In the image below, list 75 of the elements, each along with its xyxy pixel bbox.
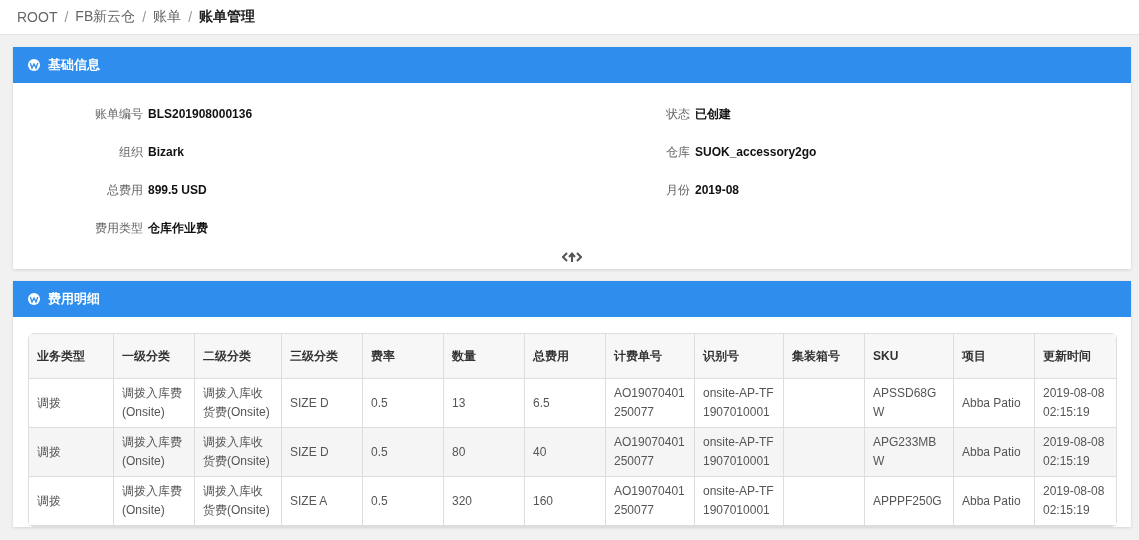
table-cell: 2019-08-08 02:15:19 bbox=[1043, 484, 1105, 517]
table-cell: AO19070401250077 bbox=[614, 386, 685, 419]
table-cell: Abba Patio bbox=[962, 395, 1021, 410]
panel-icon bbox=[28, 293, 40, 305]
table-cell: 0.5 bbox=[371, 493, 388, 508]
column-header: 业务类型 bbox=[29, 334, 114, 379]
breadcrumb-item[interactable]: ROOT bbox=[17, 9, 58, 25]
table-cell: Abba Patio bbox=[962, 444, 1021, 459]
table-cell: 160 bbox=[533, 493, 554, 508]
table-cell: 调拨 bbox=[37, 493, 61, 508]
column-header: 集装箱号 bbox=[784, 334, 865, 379]
column-header: 三级分类 bbox=[282, 334, 363, 379]
panel-title: 费用明细 bbox=[48, 290, 100, 308]
field-label: 状态 bbox=[665, 105, 691, 123]
field-label: 仓库 bbox=[665, 143, 691, 161]
panel-icon bbox=[28, 59, 40, 71]
table-cell: APSSD68GW bbox=[873, 386, 937, 419]
table-cell: 13 bbox=[452, 395, 466, 410]
table-cell: SIZE D bbox=[290, 395, 329, 410]
column-header: SKU bbox=[865, 334, 954, 379]
column-header: 计费单号 bbox=[606, 334, 695, 379]
breadcrumb-item[interactable]: FB新云仓 bbox=[75, 8, 136, 26]
table-cell: 40 bbox=[533, 444, 547, 459]
field-label: 总费用 bbox=[106, 181, 144, 199]
table-cell: 6.5 bbox=[533, 395, 550, 410]
table-cell: onsite-AP-TF1907010001 bbox=[703, 484, 774, 517]
table-cell: onsite-AP-TF1907010001 bbox=[703, 435, 774, 468]
breadcrumb-separator: / bbox=[64, 9, 69, 25]
table-cell: APG233MBW bbox=[873, 435, 937, 468]
field-value: Bizark bbox=[148, 145, 185, 159]
table-cell: onsite-AP-TF1907010001 bbox=[703, 386, 774, 419]
breadcrumb-separator: / bbox=[188, 9, 192, 25]
table-cell: AO19070401250077 bbox=[614, 435, 685, 468]
table-cell: SIZE A bbox=[290, 493, 328, 508]
field-value: 仓库作业费 bbox=[148, 219, 208, 237]
field-label: 账单编号 bbox=[94, 105, 144, 123]
column-header: 识别号 bbox=[695, 334, 784, 379]
table-cell: 调拨入库收货费(Onsite) bbox=[203, 484, 270, 517]
column-header: 数量 bbox=[444, 334, 525, 379]
column-header: 二级分类 bbox=[195, 334, 282, 379]
field-label: 组织 bbox=[118, 143, 144, 161]
panel-title: 基础信息 bbox=[48, 56, 100, 74]
collapse-toggle-icon[interactable] bbox=[562, 251, 582, 263]
table-cell: 调拨入库费(Onsite) bbox=[122, 484, 182, 517]
table-cell: SIZE D bbox=[290, 444, 329, 459]
table-cell: 2019-08-08 02:15:19 bbox=[1043, 435, 1105, 468]
column-header: 一级分类 bbox=[114, 334, 195, 379]
field-label: 费用类型 bbox=[94, 219, 144, 237]
table-cell: 0.5 bbox=[371, 395, 388, 410]
column-header: 更新时间 bbox=[1035, 334, 1116, 379]
field-value: 已创建 bbox=[695, 105, 731, 123]
field-value: BLS201908000136 bbox=[148, 107, 253, 121]
table-cell: APPPF250G bbox=[873, 493, 942, 508]
field-label: 月份 bbox=[665, 181, 691, 199]
table-cell: 调拨入库费(Onsite) bbox=[122, 435, 182, 468]
table-cell: 80 bbox=[452, 444, 466, 459]
table-cell: 调拨 bbox=[37, 395, 61, 410]
table-cell: 调拨入库收货费(Onsite) bbox=[203, 435, 270, 468]
table-cell: 320 bbox=[452, 493, 473, 508]
table-cell: Abba Patio bbox=[962, 493, 1021, 508]
field-value: 2019-08 bbox=[695, 183, 740, 197]
table-cell: 0.5 bbox=[371, 444, 388, 459]
table-cell: 调拨 bbox=[37, 444, 61, 459]
column-header: 项目 bbox=[954, 334, 1035, 379]
table-cell: 2019-08-08 02:15:19 bbox=[1043, 386, 1105, 419]
breadcrumb-item[interactable]: 账单 bbox=[153, 8, 182, 26]
table-cell: 调拨入库费(Onsite) bbox=[122, 386, 182, 419]
table-cell: 调拨入库收货费(Onsite) bbox=[203, 386, 270, 419]
column-header: 总费用 bbox=[525, 334, 606, 379]
breadcrumb-separator: / bbox=[142, 9, 147, 25]
field-value: SUOK_accessory2go bbox=[695, 145, 817, 159]
field-value: 899.5 USD bbox=[148, 183, 207, 197]
table-cell: AO19070401250077 bbox=[614, 484, 685, 517]
column-header: 费率 bbox=[363, 334, 444, 379]
breadcrumb-item: 账单管理 bbox=[199, 8, 255, 26]
